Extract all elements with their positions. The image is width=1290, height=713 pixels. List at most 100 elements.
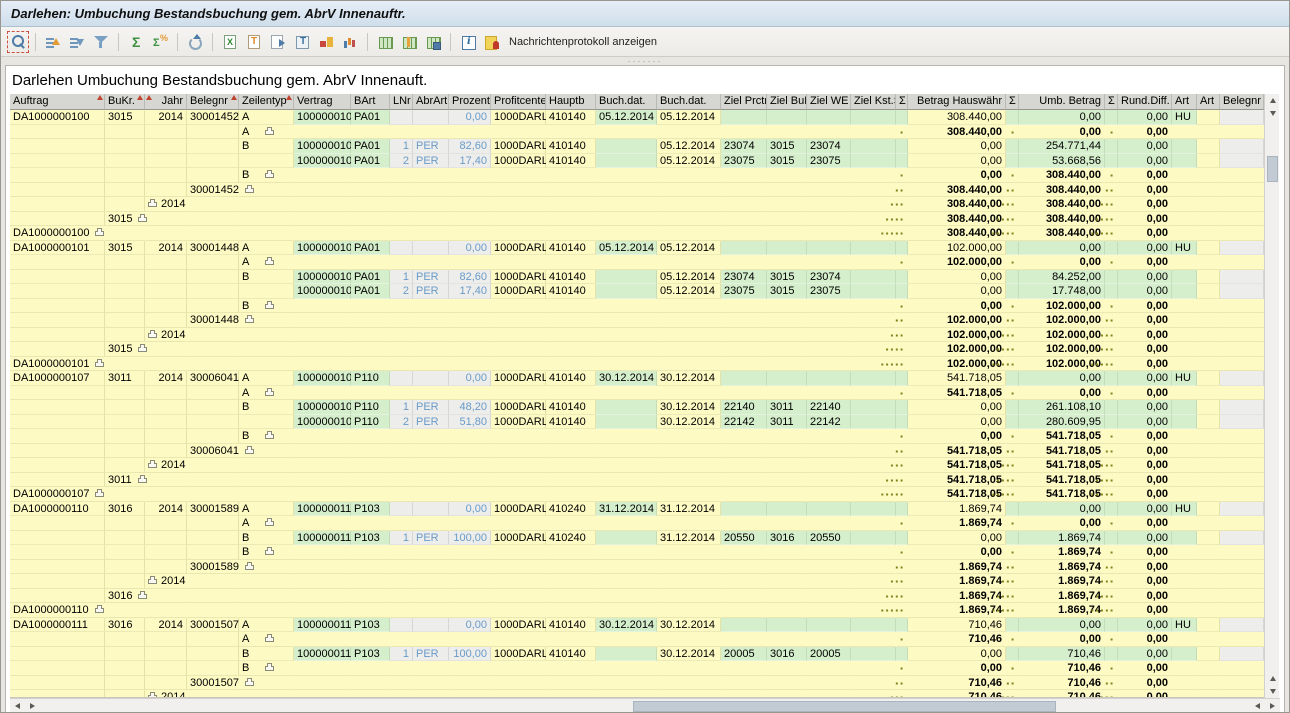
cell-betrag[interactable]: 541.718,05 xyxy=(908,444,1006,459)
cell-zielbukr[interactable] xyxy=(767,574,807,589)
cell-hauptb[interactable]: 410140 xyxy=(546,371,596,386)
cell-s1[interactable] xyxy=(896,110,908,125)
cell-prozent[interactable] xyxy=(449,386,491,401)
cell-buchdat2[interactable] xyxy=(657,560,721,575)
cell-vertrag[interactable]: 1000000107 xyxy=(294,400,351,415)
cell-zielprctr[interactable] xyxy=(721,589,767,604)
cell-jahr[interactable] xyxy=(145,429,187,444)
cell-vertrag[interactable] xyxy=(294,632,351,647)
cell-rund[interactable]: 0,00 xyxy=(1118,226,1172,241)
cell-belegnr[interactable] xyxy=(187,473,239,488)
cell-hauptb[interactable] xyxy=(546,125,596,140)
cell-s3[interactable]: ▪▪▪ xyxy=(1105,458,1118,473)
cell-betrag[interactable]: 0,00 xyxy=(908,415,1006,430)
column-header-auftrag[interactable]: Auftrag xyxy=(10,94,105,110)
cell-bukr[interactable] xyxy=(105,676,145,691)
cell-s3[interactable]: ▪▪▪▪ xyxy=(1105,589,1118,604)
sum-button[interactable] xyxy=(125,31,147,53)
cell-s2[interactable]: ▪ xyxy=(1006,168,1019,183)
column-header-art1[interactable]: Art xyxy=(1172,94,1197,110)
cell-hauptb[interactable]: 410140 xyxy=(546,270,596,285)
cell-bukr[interactable] xyxy=(105,357,145,372)
cell-auftrag[interactable] xyxy=(10,661,105,676)
cell-bart[interactable] xyxy=(351,603,390,618)
cell-hauptb[interactable]: 410240 xyxy=(546,531,596,546)
cell-s1[interactable] xyxy=(896,400,908,415)
cell-art2[interactable] xyxy=(1197,125,1220,140)
cell-zielksts[interactable] xyxy=(851,618,896,633)
cell-zielksts[interactable] xyxy=(851,661,896,676)
cell-jahr[interactable] xyxy=(145,560,187,575)
cell-lnr[interactable] xyxy=(390,212,413,227)
cell-vertrag[interactable] xyxy=(294,458,351,473)
cell-umb[interactable]: 0,00 xyxy=(1019,371,1105,386)
cell-hauptb[interactable]: 410140 xyxy=(546,241,596,256)
cell-belegnr2[interactable] xyxy=(1220,270,1264,285)
cell-lnr[interactable] xyxy=(390,589,413,604)
drilldown-sum-icon[interactable] xyxy=(265,666,274,671)
cell-zielprctr[interactable] xyxy=(721,516,767,531)
scroll-up-button[interactable] xyxy=(1265,94,1280,107)
cell-zielbukr[interactable] xyxy=(767,589,807,604)
cell-profitcenter[interactable] xyxy=(491,197,546,212)
cell-buchdat2[interactable] xyxy=(657,574,721,589)
cell-bart[interactable] xyxy=(351,473,390,488)
cell-prozent[interactable]: 51,80 xyxy=(449,415,491,430)
cell-bart[interactable] xyxy=(351,168,390,183)
cell-bart[interactable] xyxy=(351,676,390,691)
cell-zeilentyp[interactable]: A xyxy=(239,110,294,125)
cell-buchdat2[interactable]: 30.12.2014 xyxy=(657,400,721,415)
cell-bukr[interactable] xyxy=(105,197,145,212)
cell-betrag[interactable]: 0,00 xyxy=(908,154,1006,169)
cell-vertrag[interactable]: 1000000111 xyxy=(294,618,351,633)
cell-s3[interactable] xyxy=(1105,502,1118,517)
cell-buchdat1[interactable] xyxy=(596,603,657,618)
cell-art1[interactable] xyxy=(1172,328,1197,343)
cell-rund[interactable]: 0,00 xyxy=(1118,647,1172,662)
cell-belegnr[interactable] xyxy=(187,661,239,676)
cell-auftrag[interactable] xyxy=(10,589,105,604)
cell-belegnr[interactable]: 30001507 xyxy=(187,618,239,633)
cell-belegnr[interactable] xyxy=(187,589,239,604)
sort-desc-button[interactable] xyxy=(66,31,88,53)
cell-jahr[interactable] xyxy=(145,632,187,647)
cell-buchdat1[interactable] xyxy=(596,415,657,430)
cell-zielbukr[interactable] xyxy=(767,125,807,140)
cell-jahr[interactable]: 2014 xyxy=(145,241,187,256)
cell-hauptb[interactable]: 410140 xyxy=(546,400,596,415)
cell-prozent[interactable]: 17,40 xyxy=(449,284,491,299)
cell-zielwe[interactable] xyxy=(807,212,851,227)
cell-abrart[interactable] xyxy=(413,212,449,227)
cell-buchdat2[interactable] xyxy=(657,183,721,198)
cell-buchdat1[interactable] xyxy=(596,313,657,328)
cell-abrart[interactable] xyxy=(413,183,449,198)
cell-belegnr[interactable] xyxy=(187,531,239,546)
cell-s3[interactable]: ▪▪▪▪▪ xyxy=(1105,487,1118,502)
cell-zielprctr[interactable]: 23075 xyxy=(721,284,767,299)
cell-art1[interactable] xyxy=(1172,487,1197,502)
cell-s3[interactable] xyxy=(1105,531,1118,546)
cell-art2[interactable] xyxy=(1197,328,1220,343)
cell-hauptb[interactable] xyxy=(546,473,596,488)
cell-betrag[interactable]: 1.869,74 xyxy=(908,502,1006,517)
cell-s3[interactable]: ▪▪ xyxy=(1105,313,1118,328)
column-header-abrart[interactable]: AbrArt xyxy=(413,94,449,110)
cell-bart[interactable] xyxy=(351,212,390,227)
cell-art1[interactable]: HU xyxy=(1172,371,1197,386)
horizontal-scrollbar[interactable] xyxy=(10,698,1280,713)
cell-s3[interactable]: ▪ xyxy=(1105,125,1118,140)
cell-vertrag[interactable] xyxy=(294,313,351,328)
cell-umb[interactable]: 710,46 xyxy=(1019,647,1105,662)
cell-lnr[interactable]: 2 xyxy=(390,284,413,299)
column-header-belegnr[interactable]: Belegnr xyxy=(187,94,239,110)
cell-bukr[interactable] xyxy=(105,632,145,647)
cell-buchdat2[interactable]: 05.12.2014 xyxy=(657,110,721,125)
cell-belegnr[interactable] xyxy=(187,328,239,343)
cell-lnr[interactable]: 2 xyxy=(390,415,413,430)
scroll-left-button[interactable] xyxy=(10,700,25,713)
cell-vertrag[interactable] xyxy=(294,125,351,140)
splitter-handle[interactable]: ······· xyxy=(1,57,1289,65)
cell-rund[interactable]: 0,00 xyxy=(1118,676,1172,691)
cell-auftrag[interactable] xyxy=(10,154,105,169)
cell-bart[interactable] xyxy=(351,690,390,698)
